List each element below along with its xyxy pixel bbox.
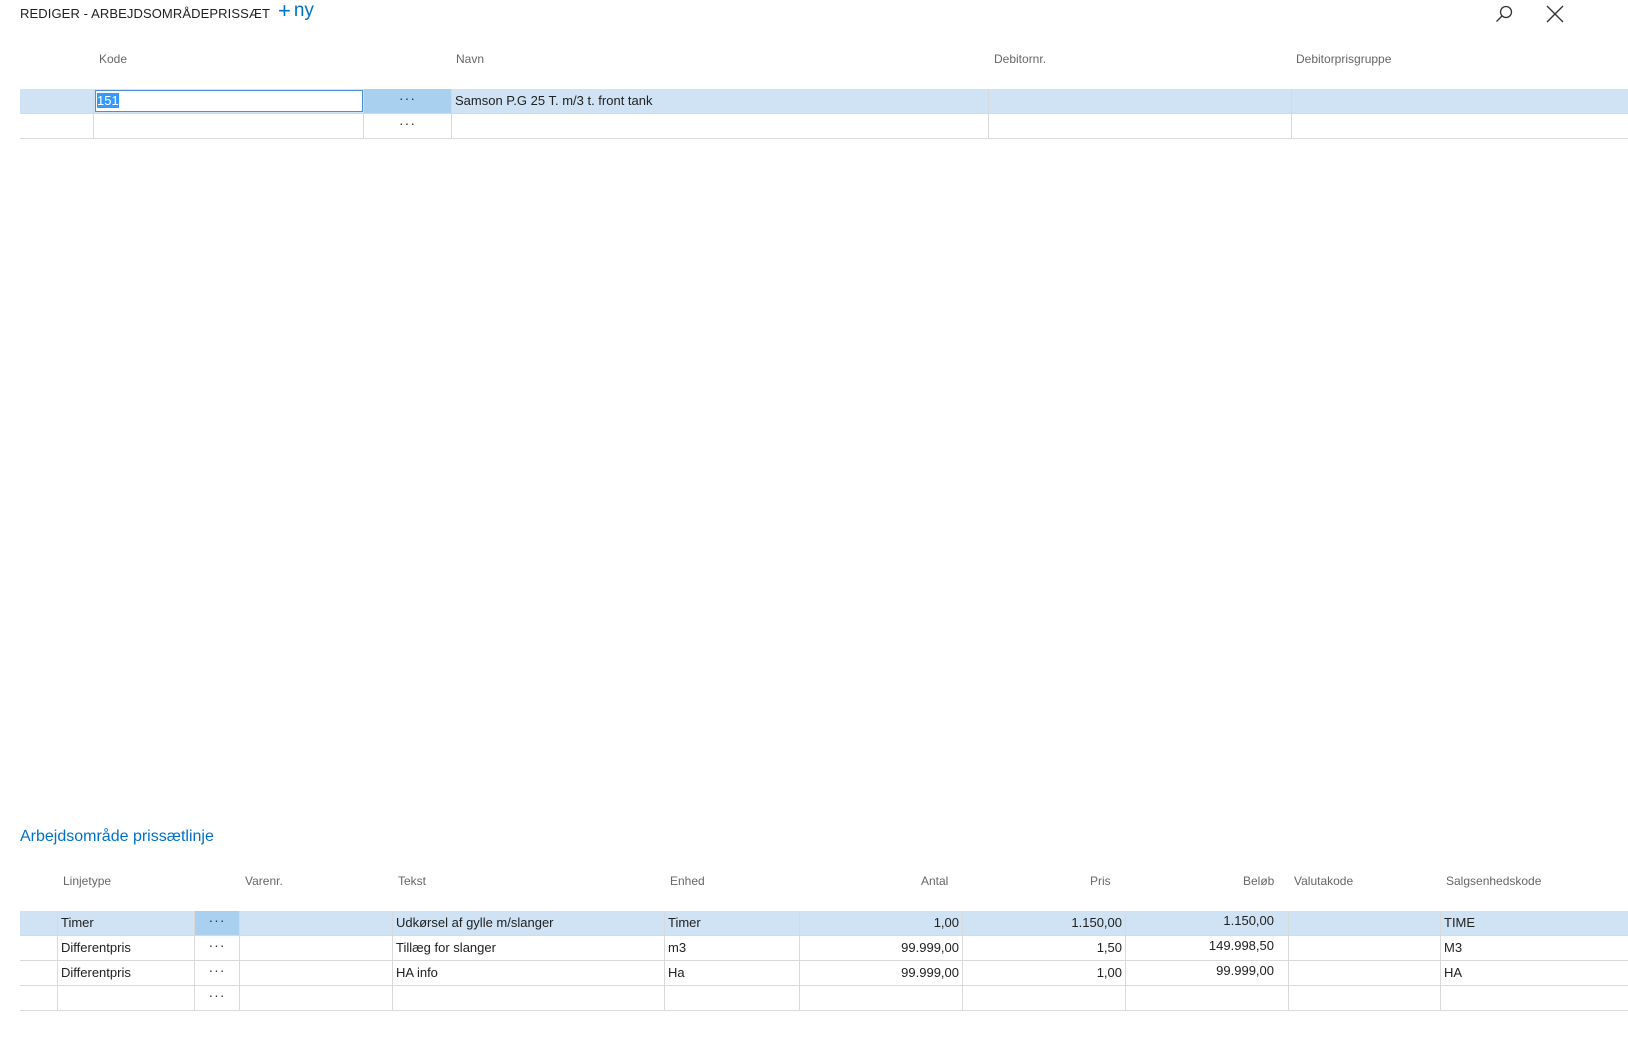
column-header-antal[interactable]: Antal [921, 874, 948, 888]
column-header-belob[interactable]: Beløb [1243, 874, 1274, 888]
belob-cell: 149.998,50 [1126, 936, 1289, 960]
table-row[interactable]: 151 ··· Samson P.G 25 T. m/3 t. front ta… [20, 89, 1628, 114]
column-header-kode[interactable]: Kode [99, 52, 127, 66]
kode-cell[interactable] [94, 114, 364, 138]
antal-cell[interactable]: 1,00 [800, 911, 963, 935]
pris-cell[interactable] [963, 986, 1126, 1010]
ellipsis-icon[interactable]: ··· [195, 911, 240, 935]
column-header-valutakode[interactable]: Valutakode [1294, 874, 1353, 888]
pris-cell[interactable]: 1.150,00 [963, 911, 1126, 935]
column-header-enhed[interactable]: Enhed [670, 874, 705, 888]
row-selector[interactable] [20, 89, 94, 113]
ellipsis-icon[interactable]: ··· [364, 89, 452, 113]
column-header-linjetype[interactable]: Linjetype [63, 874, 111, 888]
salgsenhedskode-cell[interactable]: M3 [1441, 936, 1628, 960]
column-header-varenr[interactable]: Varenr. [245, 874, 283, 888]
linjetype-cell[interactable]: Timer [58, 911, 195, 935]
close-icon[interactable] [1545, 4, 1565, 24]
tekst-cell[interactable]: HA info [393, 961, 665, 985]
salgsenhedskode-cell[interactable]: HA [1441, 961, 1628, 985]
column-header-salgsenhedskode[interactable]: Salgsenhedskode [1446, 874, 1541, 888]
table-row[interactable]: Timer ··· Udkørsel af gylle m/slanger Ti… [20, 911, 1628, 936]
salgsenhedskode-cell[interactable] [1441, 986, 1628, 1010]
ellipsis-icon[interactable]: ··· [364, 114, 452, 138]
tekst-cell[interactable] [393, 986, 665, 1010]
pris-cell[interactable]: 1,50 [963, 936, 1126, 960]
enhed-cell[interactable] [665, 986, 800, 1010]
varenr-cell[interactable] [240, 936, 393, 960]
debitorprisgruppe-cell[interactable] [1292, 114, 1628, 138]
page-title: REDIGER - ARBEJDSOMRÅDEPRISSÆT [20, 6, 271, 21]
navn-cell[interactable]: Samson P.G 25 T. m/3 t. front tank [452, 89, 989, 113]
antal-cell[interactable]: 99.999,00 [800, 961, 963, 985]
ellipsis-icon[interactable]: ··· [195, 961, 240, 985]
valutakode-cell[interactable] [1289, 911, 1441, 935]
valutakode-cell[interactable] [1289, 986, 1441, 1010]
new-button[interactable]: + ny [278, 0, 314, 22]
salgsenhedskode-cell[interactable]: TIME [1441, 911, 1628, 935]
plus-icon: + [278, 0, 291, 23]
lines-section-title[interactable]: Arbejdsområde prissætlinje [20, 828, 214, 846]
enhed-cell[interactable]: Timer [665, 911, 800, 935]
belob-cell: 99.999,00 [1126, 961, 1289, 985]
navn-cell[interactable] [452, 114, 989, 138]
valutakode-cell[interactable] [1289, 936, 1441, 960]
enhed-cell[interactable]: Ha [665, 961, 800, 985]
pris-cell[interactable]: 1,00 [963, 961, 1126, 985]
varenr-cell[interactable] [240, 986, 393, 1010]
linjetype-cell[interactable] [58, 986, 195, 1010]
search-icon[interactable] [1494, 4, 1514, 24]
varenr-cell[interactable] [240, 911, 393, 935]
column-header-debitorprisgruppe[interactable]: Debitorprisgruppe [1296, 52, 1391, 66]
antal-cell[interactable] [800, 986, 963, 1010]
table-row[interactable]: ··· [20, 114, 1628, 139]
valutakode-cell[interactable] [1289, 961, 1441, 985]
new-button-label: ny [293, 0, 314, 21]
row-selector[interactable] [20, 114, 94, 138]
row-selector[interactable] [20, 936, 58, 960]
debitornr-cell[interactable] [989, 89, 1292, 113]
tekst-cell[interactable]: Tillæg for slanger [393, 936, 665, 960]
tekst-cell[interactable]: Udkørsel af gylle m/slanger [393, 911, 665, 935]
table-row[interactable]: Differentpris ··· HA info Ha 99.999,00 1… [20, 961, 1628, 986]
row-selector[interactable] [20, 911, 58, 935]
column-header-navn[interactable]: Navn [456, 52, 484, 66]
belob-cell: 1.150,00 [1126, 911, 1289, 935]
linjetype-cell[interactable]: Differentpris [58, 961, 195, 985]
enhed-cell[interactable]: m3 [665, 936, 800, 960]
kode-input[interactable]: 151 [95, 90, 363, 112]
debitornr-cell[interactable] [989, 114, 1292, 138]
varenr-cell[interactable] [240, 961, 393, 985]
column-header-pris[interactable]: Pris [1090, 874, 1111, 888]
table-row[interactable]: Differentpris ··· Tillæg for slanger m3 … [20, 936, 1628, 961]
antal-cell[interactable]: 99.999,00 [800, 936, 963, 960]
column-header-debitornr[interactable]: Debitornr. [994, 52, 1046, 66]
ellipsis-icon[interactable]: ··· [195, 936, 240, 960]
row-selector[interactable] [20, 961, 58, 985]
column-header-tekst[interactable]: Tekst [398, 874, 426, 888]
belob-cell [1126, 986, 1289, 1010]
debitorprisgruppe-cell[interactable] [1292, 89, 1628, 113]
table-row[interactable]: ··· [20, 986, 1628, 1011]
row-selector[interactable] [20, 986, 58, 1010]
ellipsis-icon[interactable]: ··· [195, 986, 240, 1010]
linjetype-cell[interactable]: Differentpris [58, 936, 195, 960]
kode-cell[interactable]: 151 [94, 89, 364, 113]
